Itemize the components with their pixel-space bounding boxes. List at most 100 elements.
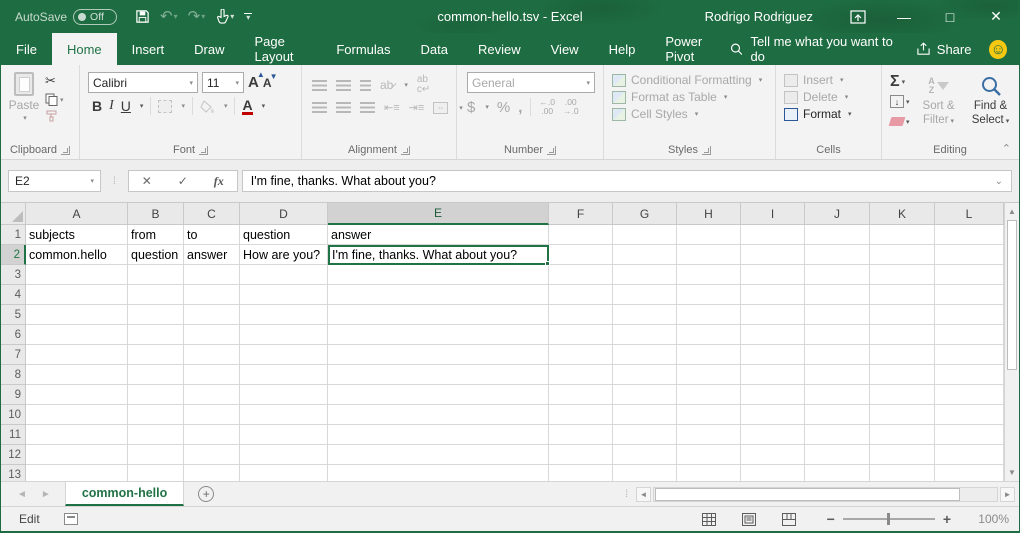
cell-L10[interactable]: [935, 405, 1004, 425]
zoom-out-icon[interactable]: −: [827, 511, 835, 527]
cell-I1[interactable]: [741, 225, 805, 245]
cell-H10[interactable]: [677, 405, 741, 425]
row-header-7[interactable]: 7: [1, 345, 26, 365]
tab-help[interactable]: Help: [594, 33, 651, 65]
cell-D6[interactable]: [240, 325, 328, 345]
tab-review[interactable]: Review: [463, 33, 536, 65]
fill-handle[interactable]: [545, 261, 550, 266]
fill-color-icon[interactable]: [200, 100, 215, 113]
cell-I3[interactable]: [741, 265, 805, 285]
cell-A10[interactable]: [26, 405, 128, 425]
cell-B1[interactable]: from: [128, 225, 184, 245]
column-header-L[interactable]: L: [935, 203, 1004, 225]
column-header-H[interactable]: H: [677, 203, 741, 225]
decrease-indent-icon[interactable]: ⇤≡: [384, 101, 400, 114]
cell-J7[interactable]: [805, 345, 870, 365]
cell-B5[interactable]: [128, 305, 184, 325]
cell-G1[interactable]: [613, 225, 677, 245]
expand-formula-bar-icon[interactable]: ⌄: [995, 176, 1003, 187]
cell-G5[interactable]: [613, 305, 677, 325]
italic-icon[interactable]: I: [109, 98, 114, 114]
cell-G9[interactable]: [613, 385, 677, 405]
cell-E7[interactable]: [328, 345, 549, 365]
cell-H2[interactable]: [677, 245, 741, 265]
cell-G2[interactable]: [613, 245, 677, 265]
cell-F8[interactable]: [549, 365, 613, 385]
find-select-button[interactable]: Find & Select▾: [968, 71, 1014, 130]
normal-view-icon[interactable]: [689, 513, 729, 526]
cell-B12[interactable]: [128, 445, 184, 465]
tab-data[interactable]: Data: [406, 33, 463, 65]
zoom-slider-thumb[interactable]: [887, 513, 890, 525]
cell-B7[interactable]: [128, 345, 184, 365]
touch-mode-icon[interactable]: ▾: [215, 9, 234, 24]
cell-B10[interactable]: [128, 405, 184, 425]
cell-G11[interactable]: [613, 425, 677, 445]
zoom-slider[interactable]: [843, 518, 935, 520]
autosum-button[interactable]: Σ▾: [890, 73, 910, 90]
cell-I5[interactable]: [741, 305, 805, 325]
cell-E5[interactable]: [328, 305, 549, 325]
row-header-10[interactable]: 10: [1, 405, 26, 425]
row-header-1[interactable]: 1: [1, 225, 26, 245]
tab-draw[interactable]: Draw: [179, 33, 239, 65]
cell-K7[interactable]: [870, 345, 935, 365]
cell-F4[interactable]: [549, 285, 613, 305]
cell-E9[interactable]: [328, 385, 549, 405]
cell-B4[interactable]: [128, 285, 184, 305]
cell-C9[interactable]: [184, 385, 240, 405]
cell-I4[interactable]: [741, 285, 805, 305]
formula-bar-splitter[interactable]: ⁞: [113, 176, 116, 187]
cell-K13[interactable]: [870, 465, 935, 481]
cell-G13[interactable]: [613, 465, 677, 481]
cell-L7[interactable]: [935, 345, 1004, 365]
row-header-13[interactable]: 13: [1, 465, 26, 481]
conditional-formatting-button[interactable]: Conditional Formatting▾: [612, 73, 762, 87]
cell-A6[interactable]: [26, 325, 128, 345]
cell-D11[interactable]: [240, 425, 328, 445]
autosave-toggle[interactable]: Off: [73, 9, 117, 25]
cell-L5[interactable]: [935, 305, 1004, 325]
cell-G8[interactable]: [613, 365, 677, 385]
font-name-combo[interactable]: Calibri▾: [88, 72, 198, 93]
ribbon-display-options-icon[interactable]: [835, 0, 881, 33]
cell-K2[interactable]: [870, 245, 935, 265]
cell-L12[interactable]: [935, 445, 1004, 465]
page-break-preview-icon[interactable]: [769, 513, 809, 526]
cell-I11[interactable]: [741, 425, 805, 445]
cell-A9[interactable]: [26, 385, 128, 405]
wrap-text-icon[interactable]: abc↵: [417, 75, 430, 95]
cell-I8[interactable]: [741, 365, 805, 385]
cell-H5[interactable]: [677, 305, 741, 325]
cell-E4[interactable]: [328, 285, 549, 305]
cell-I7[interactable]: [741, 345, 805, 365]
tab-file[interactable]: File: [1, 33, 52, 65]
cell-H12[interactable]: [677, 445, 741, 465]
cell-L9[interactable]: [935, 385, 1004, 405]
row-header-4[interactable]: 4: [1, 285, 26, 305]
cell-C7[interactable]: [184, 345, 240, 365]
cell-J9[interactable]: [805, 385, 870, 405]
column-header-E[interactable]: E: [328, 203, 549, 225]
cell-D5[interactable]: [240, 305, 328, 325]
cell-A4[interactable]: [26, 285, 128, 305]
cell-A5[interactable]: [26, 305, 128, 325]
tab-page-layout[interactable]: Page Layout: [240, 33, 322, 65]
cell-H3[interactable]: [677, 265, 741, 285]
borders-icon[interactable]: [158, 100, 172, 113]
align-top-icon[interactable]: [312, 80, 327, 91]
cell-A11[interactable]: [26, 425, 128, 445]
feedback-smiley-icon[interactable]: ☺: [989, 40, 1007, 59]
delete-cells-button[interactable]: Delete▾: [784, 90, 852, 104]
align-right-icon[interactable]: [360, 102, 375, 113]
cell-L13[interactable]: [935, 465, 1004, 481]
cell-K3[interactable]: [870, 265, 935, 285]
cell-F10[interactable]: [549, 405, 613, 425]
column-header-J[interactable]: J: [805, 203, 870, 225]
row-header-3[interactable]: 3: [1, 265, 26, 285]
tab-view[interactable]: View: [536, 33, 594, 65]
font-dialog-launcher[interactable]: [199, 146, 208, 155]
row-header-8[interactable]: 8: [1, 365, 26, 385]
merge-center-icon[interactable]: ⇔: [433, 102, 448, 114]
cell-K4[interactable]: [870, 285, 935, 305]
